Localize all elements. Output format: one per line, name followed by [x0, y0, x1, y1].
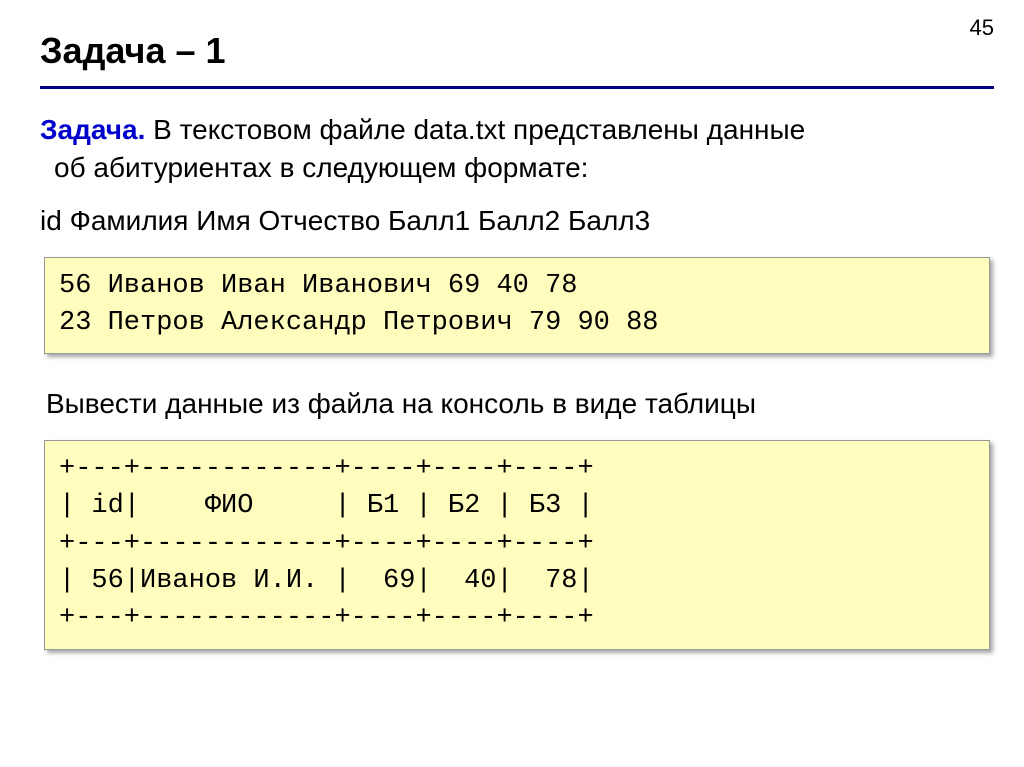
problem-statement: Задача. В текстовом файле data.txt предс…	[40, 111, 994, 187]
code1-line2: 23 Петров Александр Петрович 79 90 88	[59, 308, 659, 338]
page-number: 45	[970, 15, 994, 41]
code1-line1: 56 Иванов Иван Иванович 69 40 78	[59, 271, 577, 301]
code2-line3: +---+------------+----+----+----+	[59, 529, 594, 559]
input-sample-block: 56 Иванов Иван Иванович 69 40 78 23 Петр…	[44, 257, 990, 355]
output-sample-block: +---+------------+----+----+----+ | id| …	[44, 440, 990, 650]
problem-line2: об абитуриентах в следующем формате:	[40, 152, 588, 183]
code2-line1: +---+------------+----+----+----+	[59, 454, 594, 484]
output-intro: Вывести данные из файла на консоль в вид…	[46, 388, 994, 420]
format-line: id Фамилия Имя Отчество Балл1 Балл2 Балл…	[40, 205, 994, 237]
problem-emphasis: Задача.	[40, 114, 145, 145]
title-underline	[40, 86, 994, 89]
code2-line4: | 56|Иванов И.И. | 69| 40| 78|	[59, 566, 594, 596]
problem-line1-rest: В текстовом файле data.txt представлены …	[145, 114, 805, 145]
code2-line2: | id| ФИО | Б1 | Б2 | Б3 |	[59, 491, 594, 521]
code2-line5: +---+------------+----+----+----+	[59, 603, 594, 633]
page-title: Задача – 1	[40, 30, 994, 72]
